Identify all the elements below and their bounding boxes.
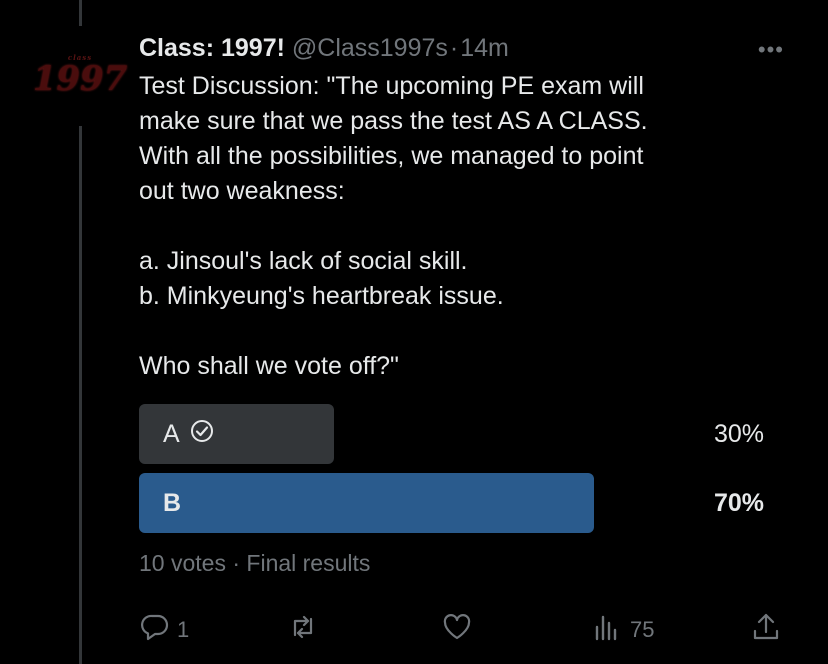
reply-icon xyxy=(139,611,171,649)
views-count: 75 xyxy=(630,617,655,642)
more-options-button[interactable]: ••• xyxy=(758,37,784,63)
poll-bar-b xyxy=(139,473,594,533)
handle[interactable]: @Class1997s xyxy=(292,34,448,62)
poll-percent: 70% xyxy=(713,488,764,517)
poll-option-b: B 70% xyxy=(139,473,767,533)
thread-line-bottom xyxy=(79,126,82,664)
thread-line-top xyxy=(79,0,82,26)
poll-status: Final results xyxy=(246,550,371,576)
views-button[interactable]: 75 xyxy=(592,612,654,648)
header-separator: · xyxy=(449,34,459,62)
avatar[interactable]: class 1997 xyxy=(33,44,128,104)
like-button[interactable] xyxy=(441,612,479,648)
poll-percent: 30% xyxy=(713,419,764,448)
check-circle-icon xyxy=(190,419,214,450)
views-bar-chart-icon xyxy=(592,611,624,649)
timestamp[interactable]: 14m xyxy=(460,34,509,62)
action-bar: 1 75 xyxy=(139,612,784,648)
retweet-icon xyxy=(287,611,319,649)
reply-count: 1 xyxy=(177,617,190,642)
heart-icon xyxy=(441,611,473,649)
avatar-logo-text: 1997 xyxy=(32,58,128,99)
retweet-button[interactable] xyxy=(287,612,325,648)
vote-count: 10 votes xyxy=(139,550,226,576)
poll-option-label: B xyxy=(163,488,182,517)
poll-option-a: A 30% xyxy=(139,404,767,464)
footer-separator: · xyxy=(232,550,241,576)
display-name[interactable]: Class: 1997! xyxy=(139,34,285,62)
poll-footer: 10 votes · Final results xyxy=(139,550,370,577)
share-button[interactable] xyxy=(750,612,782,648)
tweet-text: Test Discussion: "The upcoming PE exam w… xyxy=(139,72,648,380)
reply-button[interactable]: 1 xyxy=(139,612,189,648)
poll-option-label: A xyxy=(163,419,180,448)
tweet-header: Class: 1997! @Class1997s·14m xyxy=(139,34,509,63)
share-upload-icon xyxy=(750,611,782,649)
